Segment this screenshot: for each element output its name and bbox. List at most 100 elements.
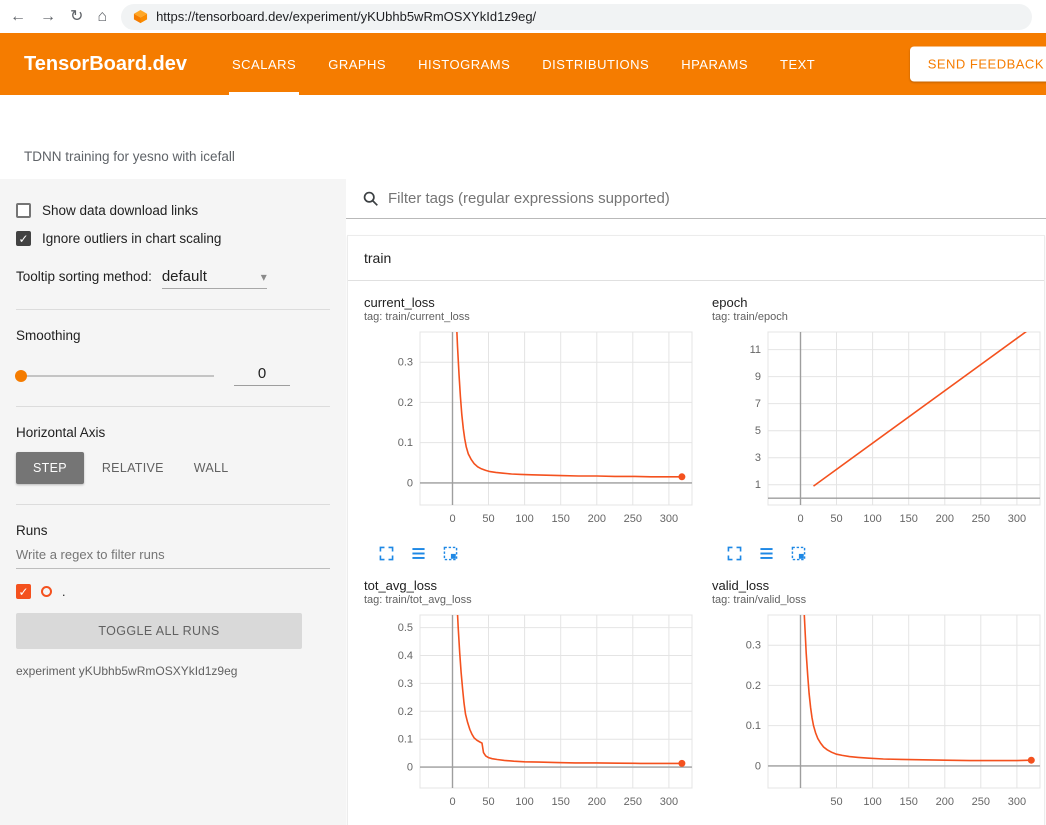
smoothing-value[interactable]: 0 [234, 365, 290, 386]
fit-domain-icon[interactable] [442, 545, 459, 562]
svg-text:300: 300 [1008, 513, 1026, 525]
svg-text:50: 50 [830, 513, 842, 525]
chart-tag: tag: train/epoch [712, 311, 1046, 323]
svg-text:100: 100 [863, 796, 881, 808]
svg-text:250: 250 [624, 513, 642, 525]
address-bar[interactable]: https://tensorboard.dev/experiment/yKUbh… [121, 4, 1032, 30]
svg-text:0.2: 0.2 [398, 397, 413, 409]
chart-toolbar [364, 821, 704, 825]
axis-step-button[interactable]: STEP [16, 452, 84, 484]
tag-group-card: train current_loss tag: train/current_lo… [347, 235, 1045, 825]
chart-title: current_loss [364, 295, 704, 310]
chart-toolbar [712, 821, 1046, 825]
url-text[interactable]: https://tensorboard.dev/experiment/yKUbh… [156, 9, 536, 24]
svg-text:150: 150 [900, 513, 918, 525]
svg-text:150: 150 [900, 796, 918, 808]
runs-label: Runs [16, 523, 330, 538]
svg-text:0: 0 [407, 762, 413, 774]
svg-text:250: 250 [624, 796, 642, 808]
experiment-title-band: TDNN training for yesno with icefall [0, 95, 1046, 179]
experiment-id-caption: experiment yKUbhb5wRmOSXYkId1z9eg [16, 664, 330, 678]
tooltip-sorting-label: Tooltip sorting method: [16, 269, 152, 284]
expand-chart-icon[interactable] [378, 545, 395, 562]
smoothing-slider[interactable] [16, 369, 214, 383]
svg-text:3: 3 [755, 452, 761, 464]
back-icon[interactable]: ← [10, 9, 26, 25]
tab-histograms[interactable]: HISTOGRAMS [415, 33, 513, 95]
tag-filter-input[interactable] [388, 190, 1030, 207]
tab-graphs[interactable]: GRAPHS [325, 33, 389, 95]
brand-logo[interactable]: TensorBoard.dev [24, 53, 187, 76]
svg-text:0.5: 0.5 [398, 622, 413, 634]
home-icon[interactable]: ⌂ [97, 9, 107, 25]
line-chart-tot-avg-loss[interactable]: 05010015020025030000.10.20.30.40.5 [364, 610, 698, 816]
toggle-all-runs-button[interactable]: TOGGLE ALL RUNS [16, 613, 302, 649]
svg-text:9: 9 [755, 371, 761, 383]
forward-icon[interactable]: → [40, 9, 56, 25]
chart-card-valid-loss: valid_loss tag: train/valid_loss 5010015… [712, 578, 1046, 825]
browser-chrome: ← → ↻ ⌂ https://tensorboard.dev/experime… [0, 0, 1046, 33]
runs-filter-input[interactable] [16, 538, 330, 569]
show-download-links-checkbox[interactable] [16, 203, 31, 218]
chart-card-current-loss: current_loss tag: train/current_loss 050… [364, 295, 704, 572]
svg-text:100: 100 [863, 513, 881, 525]
chart-title: epoch [712, 295, 1046, 310]
chart-toolbar [364, 538, 704, 572]
svg-text:0: 0 [449, 796, 455, 808]
svg-text:200: 200 [588, 796, 606, 808]
line-chart-current-loss[interactable]: 05010015020025030000.10.20.3 [364, 327, 698, 533]
svg-text:1: 1 [755, 479, 761, 491]
svg-text:7: 7 [755, 398, 761, 410]
svg-text:50: 50 [482, 796, 494, 808]
chart-title: tot_avg_loss [364, 578, 704, 593]
tooltip-sorting-value: default [162, 268, 207, 285]
experiment-title: TDNN training for yesno with icefall [24, 149, 235, 164]
chart-card-tot-avg-loss: tot_avg_loss tag: train/tot_avg_loss 050… [364, 578, 704, 825]
send-feedback-button[interactable]: SEND FEEDBACK [910, 47, 1046, 82]
charts-grid: current_loss tag: train/current_loss 050… [348, 281, 1044, 825]
tab-scalars[interactable]: SCALARS [229, 33, 299, 95]
svg-text:150: 150 [552, 513, 570, 525]
svg-text:0: 0 [449, 513, 455, 525]
slider-knob[interactable] [15, 370, 27, 382]
run-color-swatch [41, 586, 52, 597]
line-chart-valid-loss[interactable]: 5010015020025030000.10.20.3 [712, 610, 1046, 816]
runs-selector-icon[interactable] [758, 545, 775, 562]
axis-wall-button[interactable]: WALL [182, 452, 241, 484]
tooltip-sorting-dropdown[interactable]: default ▾ [162, 268, 267, 289]
tensorboard-favicon [133, 9, 148, 24]
nav-tabs: SCALARS GRAPHS HISTOGRAMS DISTRIBUTIONS … [229, 33, 818, 95]
ignore-outliers-label: Ignore outliers in chart scaling [42, 231, 221, 246]
fit-domain-icon[interactable] [790, 545, 807, 562]
svg-text:300: 300 [1008, 796, 1026, 808]
svg-text:150: 150 [552, 796, 570, 808]
svg-text:0.1: 0.1 [398, 437, 413, 449]
svg-text:300: 300 [660, 796, 678, 808]
run-checkbox[interactable]: ✓ [16, 584, 31, 599]
svg-text:200: 200 [588, 513, 606, 525]
svg-text:11: 11 [750, 344, 761, 356]
runs-selector-icon[interactable] [410, 545, 427, 562]
tab-distributions[interactable]: DISTRIBUTIONS [539, 33, 652, 95]
chart-card-epoch: epoch tag: train/epoch 05010015020025030… [712, 295, 1046, 572]
slider-track [16, 375, 214, 377]
line-chart-epoch[interactable]: 0501001502002503001357911 [712, 327, 1046, 533]
svg-text:0.2: 0.2 [398, 706, 413, 718]
reload-icon[interactable]: ↻ [70, 9, 83, 25]
tab-hparams[interactable]: HPARAMS [678, 33, 751, 95]
expand-chart-icon[interactable] [726, 545, 743, 562]
chart-toolbar [712, 538, 1046, 572]
search-icon [362, 190, 379, 207]
svg-text:0.2: 0.2 [746, 680, 761, 692]
svg-text:0.1: 0.1 [398, 734, 413, 746]
svg-text:300: 300 [660, 513, 678, 525]
axis-relative-button[interactable]: RELATIVE [90, 452, 176, 484]
tab-text[interactable]: TEXT [777, 33, 818, 95]
run-row[interactable]: ✓ . [16, 584, 330, 599]
svg-text:0.3: 0.3 [746, 640, 761, 652]
horizontal-axis-label: Horizontal Axis [16, 425, 330, 440]
sidebar-divider [16, 406, 330, 407]
ignore-outliers-checkbox[interactable]: ✓ [16, 231, 31, 246]
tag-group-header[interactable]: train [348, 236, 1044, 281]
show-download-links-label: Show data download links [42, 203, 198, 218]
